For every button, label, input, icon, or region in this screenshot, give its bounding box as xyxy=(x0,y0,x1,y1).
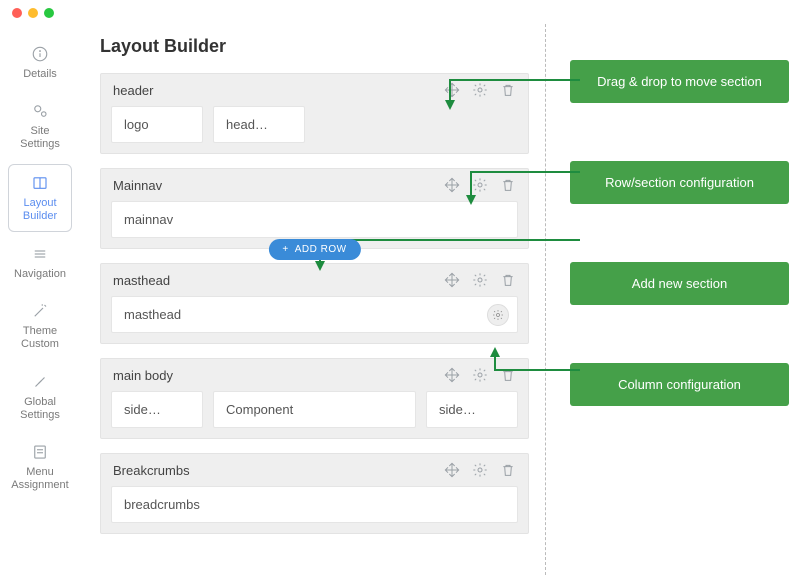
minimize-dot[interactable] xyxy=(28,8,38,18)
cogs-icon xyxy=(30,101,50,121)
sidebar-item-navigation[interactable]: Navigation xyxy=(8,236,72,289)
sidebar: Details Site Settings Layout Builder Nav… xyxy=(0,24,80,575)
move-icon[interactable] xyxy=(444,462,460,478)
sidebar-item-menu-assignment[interactable]: Menu Assignment xyxy=(8,434,72,500)
move-icon[interactable] xyxy=(444,82,460,98)
wand-icon xyxy=(30,301,50,321)
list-icon xyxy=(30,442,50,462)
column-side-left[interactable]: side… xyxy=(111,391,203,428)
column-gear-button[interactable] xyxy=(487,304,509,326)
section-breadcrumbs[interactable]: Breakcrumbs breadcrumbs xyxy=(100,453,529,534)
gear-icon[interactable] xyxy=(472,272,488,288)
sidebar-item-label: Theme Custom xyxy=(10,325,70,351)
trash-icon[interactable] xyxy=(500,367,516,383)
column-masthead[interactable]: masthead xyxy=(111,296,518,333)
section-title: header xyxy=(113,83,153,98)
column-mainnav[interactable]: mainnav xyxy=(111,201,518,238)
sidebar-item-label: Layout Builder xyxy=(11,197,69,223)
section-title: masthead xyxy=(113,273,170,288)
section-title: Breakcrumbs xyxy=(113,463,190,478)
gear-icon[interactable] xyxy=(472,462,488,478)
tip-column-config: Column configuration xyxy=(570,363,789,406)
section-masthead[interactable]: masthead masthead xyxy=(100,263,529,344)
tips-pane: Drag & drop to move section Row/section … xyxy=(545,24,805,575)
trash-icon[interactable] xyxy=(500,272,516,288)
sidebar-item-label: Navigation xyxy=(14,268,66,281)
tools-icon xyxy=(30,372,50,392)
plus-icon: + xyxy=(282,244,288,255)
move-icon[interactable] xyxy=(444,272,460,288)
sidebar-item-label: Site Settings xyxy=(10,125,70,151)
add-row-button[interactable]: + ADD ROW xyxy=(268,239,360,260)
sidebar-item-label: Global Settings xyxy=(10,396,70,422)
tip-drag-drop: Drag & drop to move section xyxy=(570,60,789,103)
page-title: Layout Builder xyxy=(100,36,529,57)
sidebar-item-layout-builder[interactable]: Layout Builder xyxy=(8,164,72,232)
gear-icon[interactable] xyxy=(472,82,488,98)
window-controls xyxy=(12,8,54,18)
main-panel: Layout Builder header logo head… Mainnav xyxy=(80,24,545,575)
gear-icon[interactable] xyxy=(472,367,488,383)
trash-icon[interactable] xyxy=(500,82,516,98)
tip-add-section: Add new section xyxy=(570,262,789,305)
move-icon[interactable] xyxy=(444,177,460,193)
trash-icon[interactable] xyxy=(500,177,516,193)
menu-icon xyxy=(30,244,50,264)
maximize-dot[interactable] xyxy=(44,8,54,18)
close-dot[interactable] xyxy=(12,8,22,18)
column-component[interactable]: Component xyxy=(213,391,416,428)
sidebar-item-site-settings[interactable]: Site Settings xyxy=(8,93,72,159)
column-logo[interactable]: logo xyxy=(111,106,203,143)
section-title: Mainnav xyxy=(113,178,162,193)
sidebar-item-label: Menu Assignment xyxy=(10,466,70,492)
column-breadcrumbs[interactable]: breadcrumbs xyxy=(111,486,518,523)
section-header[interactable]: header logo head… xyxy=(100,73,529,154)
column-side-right[interactable]: side… xyxy=(426,391,518,428)
sidebar-item-details[interactable]: Details xyxy=(8,36,72,89)
sidebar-item-label: Details xyxy=(23,68,57,81)
add-row-label: ADD ROW xyxy=(295,244,347,255)
section-main-body[interactable]: main body side… Component side… xyxy=(100,358,529,439)
section-title: main body xyxy=(113,368,173,383)
layout-icon xyxy=(30,173,50,193)
info-icon xyxy=(30,44,50,64)
section-mainnav[interactable]: Mainnav mainnav + ADD ROW xyxy=(100,168,529,249)
move-icon[interactable] xyxy=(444,367,460,383)
tip-row-config: Row/section configuration xyxy=(570,161,789,204)
trash-icon[interactable] xyxy=(500,462,516,478)
column-head[interactable]: head… xyxy=(213,106,305,143)
gear-icon[interactable] xyxy=(472,177,488,193)
sidebar-item-global-settings[interactable]: Global Settings xyxy=(8,364,72,430)
sidebar-item-theme-custom[interactable]: Theme Custom xyxy=(8,293,72,359)
